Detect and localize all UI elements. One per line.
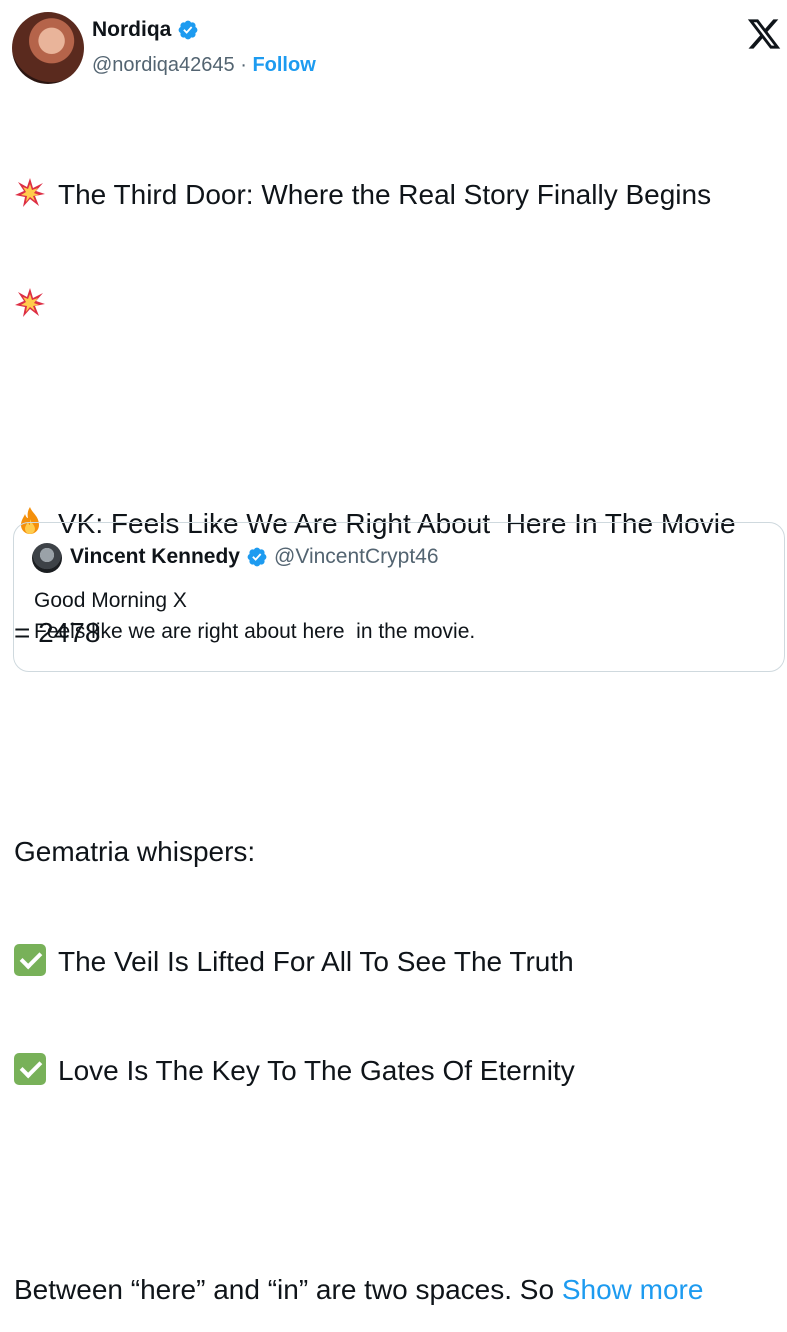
- tweet-line-check-1: The Veil Is Lifted For All To See The Tr…: [14, 943, 779, 981]
- quoted-handle[interactable]: @VincentCrypt46: [274, 545, 439, 569]
- tweet-line-title: The Third Door: Where the Real Story Fin…: [14, 177, 779, 214]
- tweet-line-7: The Veil Is Lifted For All To See The Tr…: [58, 945, 574, 977]
- quoted-line-1: Good Morning X: [34, 589, 187, 612]
- collision-emoji-icon: [15, 287, 45, 317]
- check-mark-icon: [14, 943, 46, 976]
- author-display-name[interactable]: Nordiqa: [92, 18, 171, 42]
- tweet-line-1: The Third Door: Where the Real Story Fin…: [58, 179, 712, 210]
- tweet-line-8: Love Is The Key To The Gates Of Eternity: [58, 1055, 575, 1086]
- quoted-avatar[interactable]: [32, 543, 62, 573]
- author-name-row: Nordiqa: [92, 18, 199, 42]
- tweet-text: The Third Door: Where the Real Story Fin…: [14, 104, 779, 1332]
- author-handle-row: @nordiqa42645 · Follow: [92, 54, 316, 77]
- separator-dot: ·: [240, 54, 247, 76]
- quoted-tweet[interactable]: Vincent Kennedy @VincentCrypt46 Good Mor…: [13, 522, 785, 672]
- tweet-line-last: Between “here” and “in” are two spaces. …: [14, 1272, 779, 1309]
- follow-button[interactable]: Follow: [252, 54, 315, 76]
- author-handle[interactable]: @nordiqa42645: [92, 54, 235, 76]
- collision-emoji-icon: [15, 178, 45, 207]
- tweet-header: Nordiqa @nordiqa42645 · Follow: [12, 12, 782, 84]
- show-more-link[interactable]: Show more: [562, 1274, 704, 1305]
- quoted-line-2: Feels like we are right about here in th…: [34, 620, 476, 643]
- quoted-author-row: Vincent Kennedy @VincentCrypt46: [70, 545, 439, 569]
- tweet-line-check-2: Love Is The Key To The Gates Of Eternity: [14, 1053, 779, 1090]
- check-mark-icon: [14, 1053, 46, 1085]
- quoted-text: Good Morning X Feels like we are right a…: [34, 585, 475, 647]
- verified-badge-icon: [247, 547, 267, 567]
- x-logo-icon[interactable]: [746, 16, 782, 52]
- verified-badge-icon: [178, 20, 198, 40]
- tweet-line-6: Gematria whispers:: [14, 836, 256, 867]
- tweet-line-2: [14, 287, 779, 324]
- avatar[interactable]: [12, 12, 84, 84]
- quoted-display-name[interactable]: Vincent Kennedy: [70, 545, 240, 569]
- tweet-line-10: Between “here” and “in” are two spaces. …: [14, 1274, 555, 1305]
